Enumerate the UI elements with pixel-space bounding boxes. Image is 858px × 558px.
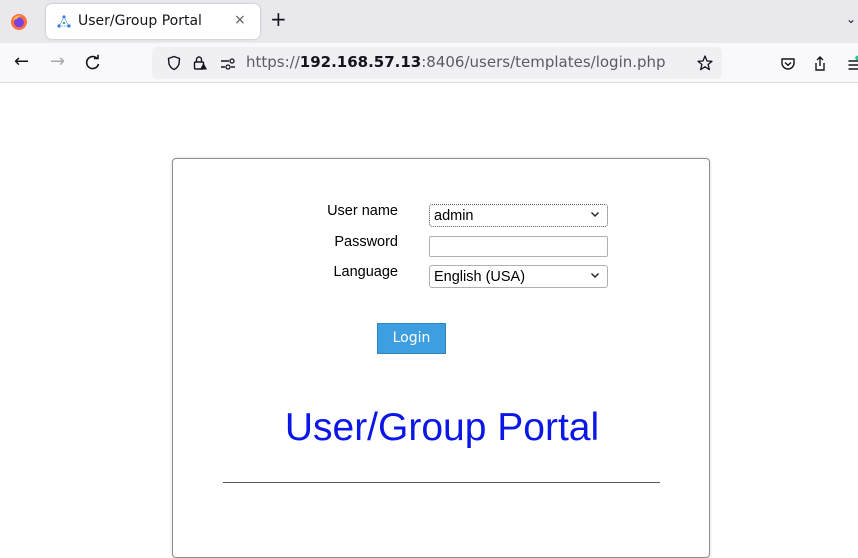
language-select[interactable]: English (USA) [429,265,608,288]
url-path: :8406/users/templates/login.php [421,53,666,71]
language-value: English (USA) [434,269,526,285]
url-text[interactable]: https://192.168.57.13:8406/users/templat… [246,53,666,71]
tab-title: User/Group Portal [78,13,202,29]
chevron-down-icon [591,212,599,217]
reload-icon[interactable] [84,54,101,71]
new-tab-button[interactable]: + [270,8,287,30]
bookmark-star-icon[interactable] [696,54,714,72]
portal-title: User/Group Portal [284,406,600,449]
username-value: admin [434,208,474,224]
divider [223,482,660,483]
password-label: Password [334,234,398,250]
permissions-icon[interactable] [220,56,236,72]
password-input[interactable] [429,236,608,257]
url-bar[interactable]: https://192.168.57.13:8406/users/templat… [152,47,722,79]
login-panel: User name admin Password Language Englis… [172,158,710,558]
portal-favicon-icon [57,15,71,28]
tab-list-chevron-icon[interactable]: ⌄ [846,12,856,26]
tab-user-group-portal[interactable]: User/Group Portal × [46,4,260,39]
pocket-icon[interactable] [779,55,797,73]
insecure-lock-icon[interactable] [192,55,208,71]
navigation-bar: ← → https://192.168.57.13:8406/users/tem… [0,43,858,83]
tab-bar: User/Group Portal × + ⌄ [0,0,858,43]
username-label: User name [327,203,398,219]
url-scheme: https:// [246,53,300,71]
shield-icon[interactable] [166,55,182,71]
url-host: 192.168.57.13 [299,53,422,71]
language-label: Language [333,264,398,280]
back-button[interactable]: ← [14,52,29,72]
forward-button[interactable]: → [50,52,65,72]
share-icon[interactable] [811,55,829,73]
chevron-down-icon [591,273,599,278]
firefox-icon[interactable] [10,13,28,31]
extensions-menu-icon[interactable] [845,55,858,73]
tab-close-icon[interactable]: × [234,12,246,28]
login-button[interactable]: Login [377,323,446,354]
username-select[interactable]: admin [429,204,608,227]
